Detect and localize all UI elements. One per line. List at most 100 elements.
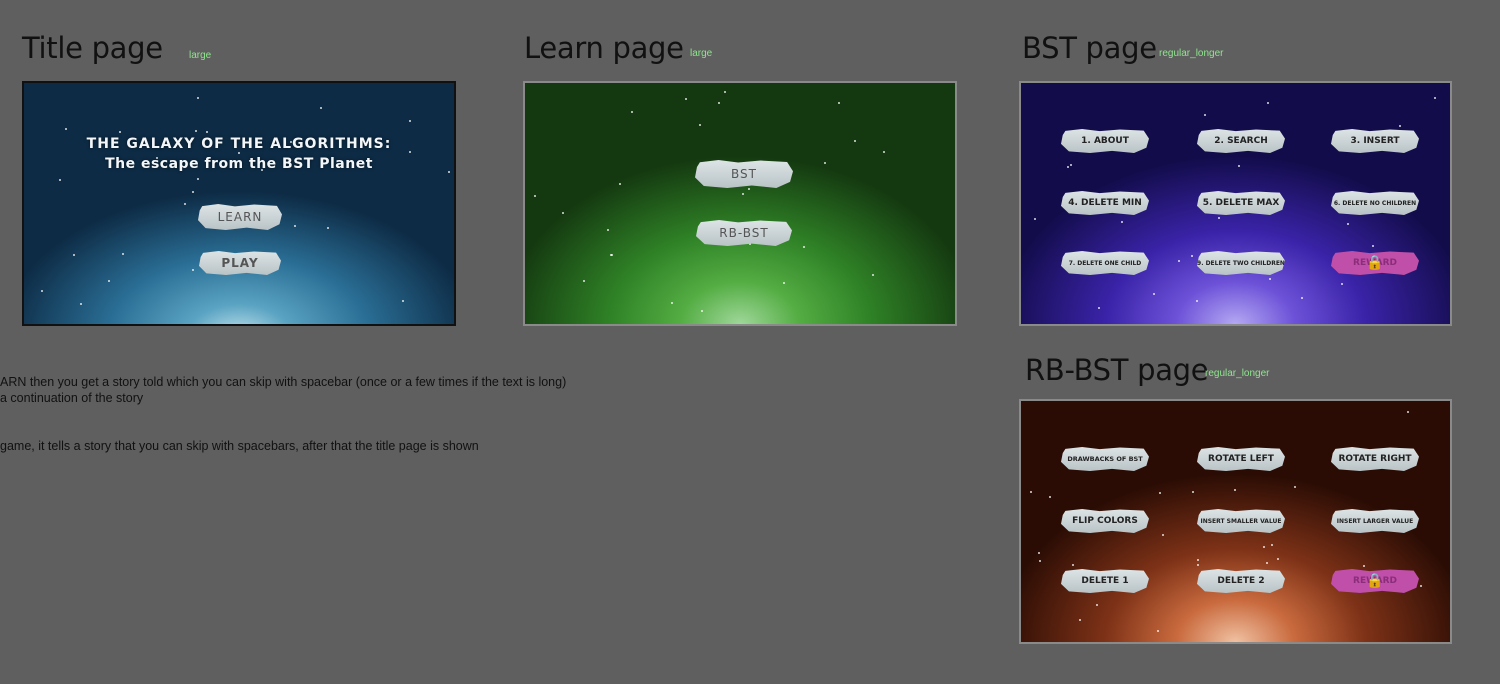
bst-button-label: 1. ABOUT [1081,136,1129,146]
star [1029,491,1032,494]
star [747,187,750,190]
rbbst-button-label: DELETE 2 [1217,576,1265,586]
rbbst-button-3[interactable]: ROTATE RIGHT [1331,447,1419,471]
bst-button-4[interactable]: 4. DELETE MIN [1061,191,1149,215]
bst-button-1[interactable]: 1. ABOUT [1061,129,1149,153]
rbbst-button-label: ROTATE RIGHT [1338,454,1412,464]
star [610,254,613,257]
learn-page-size-tag: large [690,48,713,59]
star [1203,114,1206,117]
star [823,161,826,164]
bst-button-5[interactable]: 5. DELETE MAX [1197,191,1285,215]
star [197,177,200,180]
star [1072,563,1075,566]
bst-button-9[interactable]: REWARD 🔒 [1331,251,1419,275]
star [1037,552,1040,555]
note-start-game: game, it tells a story that you can skip… [0,439,479,453]
star [1196,299,1199,302]
bst-button-8[interactable]: 9. DELETE TWO CHILDREN [1197,251,1285,275]
star [1294,485,1297,488]
star [184,203,187,206]
star [1234,488,1237,491]
star [72,254,75,257]
star [1095,603,1098,606]
rbbst-button-8[interactable]: DELETE 2 [1197,569,1285,593]
star [192,190,195,193]
star [1398,125,1401,128]
star [630,111,633,114]
star [1406,411,1409,414]
bst-button[interactable]: BST [695,160,793,188]
star [561,211,564,214]
star [326,226,329,229]
star [837,101,840,104]
rbbst-button-4[interactable]: FLIP COLORS [1061,509,1149,533]
star [192,269,195,272]
star [700,310,703,313]
star [1238,164,1241,167]
bst-button-3[interactable]: 3. INSERT [1331,129,1419,153]
star [1191,254,1194,257]
bst-page-screen: 1. ABOUT 2. SEARCH 3. INSERT 4. DELETE MIN 5… [1019,81,1452,326]
bst-button-7[interactable]: 7. DELETE ONE CHILD [1061,251,1149,275]
star [79,303,82,306]
rbbst-page-size-tag: regular_longer [1205,368,1270,379]
star [1269,277,1272,280]
star [1177,259,1180,262]
star [1341,283,1344,286]
star [1069,163,1072,166]
star [237,152,240,155]
rbbst-button-7[interactable]: DELETE 1 [1061,569,1149,593]
bst-button-label: 2. SEARCH [1214,136,1268,146]
bst-button-label: 6. DELETE NO CHILDREN [1333,199,1417,207]
star [782,281,785,284]
note-learn-line2: a continuation of the story [0,391,144,405]
star [582,279,585,282]
lock-icon: 🔒 [1366,573,1384,589]
rbbst-button-1[interactable]: DRAWBACKS OF BST [1061,447,1149,471]
star [402,299,405,302]
star [853,140,856,143]
bst-button-label: 4. DELETE MIN [1068,198,1142,208]
star [1079,619,1082,622]
rbbst-button-label: INSERT LARGER VALUE [1336,517,1414,525]
rbbst-button-label: FLIP COLORS [1072,516,1138,526]
rbbst-button-label: INSERT SMALLER VALUE [1200,517,1282,525]
star [409,120,412,122]
star [1266,562,1269,565]
note-learn-line1: ARN then you get a story told which you … [0,375,567,389]
rbbst-button-6[interactable]: INSERT LARGER VALUE [1331,509,1419,533]
star [670,302,673,305]
star [717,102,720,105]
bst-button-label: 9. DELETE TWO CHILDREN [1197,259,1285,267]
bst-button-label: 5. DELETE MAX [1202,198,1280,208]
rbbst-button-label: ROTATE LEFT [1208,454,1274,464]
star [1419,585,1422,588]
learn-button[interactable]: LEARN [198,204,282,230]
star [685,97,688,100]
star [1156,630,1159,633]
star [1197,564,1200,567]
play-button[interactable]: PLAY [199,251,281,275]
star [1159,492,1162,495]
star [1266,102,1269,105]
bst-button-2[interactable]: 2. SEARCH [1197,129,1285,153]
rbbst-page-screen: DRAWBACKS OF BST ROTATE LEFT ROTATE RIGHT F… [1019,399,1452,644]
rbbst-page-heading: RB-BST page [1025,353,1209,387]
star [803,245,806,248]
rbbst-button-2[interactable]: ROTATE LEFT [1197,447,1285,471]
star [1197,558,1200,561]
learn-page-heading: Learn page [524,31,684,65]
game-title-line1: THE GALAXY OF THE ALGORITHMS: [86,136,392,152]
star [121,252,124,255]
star [1270,544,1273,547]
star [195,129,198,132]
star [320,106,323,109]
title-page-size-tag: large [189,50,212,61]
rbbst-button[interactable]: RB-BST [696,220,792,246]
rbbst-button-5[interactable]: INSERT SMALLER VALUE [1197,509,1285,533]
rbbst-button-9[interactable]: REWARD 🔒 [1331,569,1419,593]
bst-button-6[interactable]: 6. DELETE NO CHILDREN [1331,191,1419,215]
star [1191,491,1194,494]
star [741,192,744,195]
